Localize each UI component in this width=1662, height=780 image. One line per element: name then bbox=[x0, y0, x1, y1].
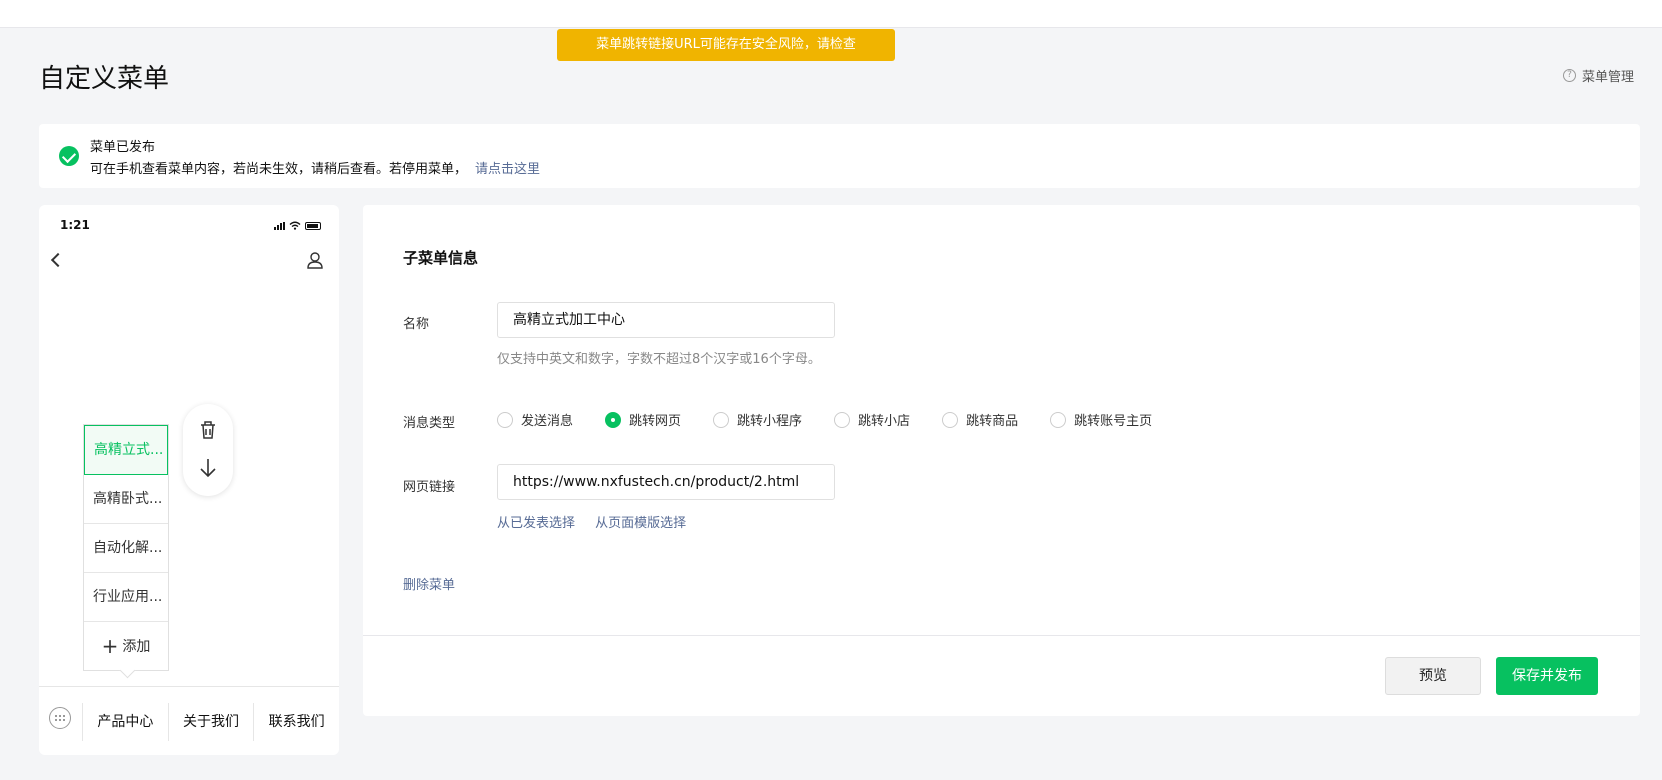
notice-text: 可在手机查看菜单内容，若尚未生效，请稍后查看。若停用菜单， 请点击这里 bbox=[90, 158, 540, 177]
submenu-item[interactable]: 高精卧式... bbox=[84, 475, 168, 524]
save-publish-button[interactable]: 保存并发布 bbox=[1496, 657, 1598, 695]
submenu-tools bbox=[183, 404, 233, 496]
phone-preview: 1:21 高精立式... 高精卧式... 自动化解... 行业应用... + 添加… bbox=[39, 205, 339, 755]
radio-jump-account-home[interactable]: 跳转账号主页 bbox=[1050, 410, 1152, 429]
radio-dot bbox=[942, 411, 959, 428]
submenu-item[interactable]: 自动化解... bbox=[84, 524, 168, 573]
radio-jump-webpage[interactable]: 跳转网页 bbox=[605, 410, 681, 429]
radio-jump-product[interactable]: 跳转商品 bbox=[942, 410, 1018, 429]
page-title: 自定义菜单 bbox=[39, 64, 170, 94]
radio-label: 跳转小店 bbox=[858, 414, 911, 429]
status-icons bbox=[274, 221, 321, 230]
menu-tab-about[interactable]: 关于我们 bbox=[167, 703, 254, 741]
message-type-group: 发送消息 跳转网页 跳转小程序 跳转小店 跳转商品 跳转账号主页 bbox=[497, 410, 1184, 429]
radio-dot bbox=[605, 411, 622, 428]
phone-menu-bar: 产品中心 关于我们 联系我们 bbox=[39, 686, 339, 755]
menu-tab-products[interactable]: 产品中心 bbox=[82, 703, 168, 741]
security-warning-toast: 菜单跳转链接URL可能存在安全风险，请检查 bbox=[557, 29, 895, 61]
submenu-item[interactable]: 行业应用... bbox=[84, 573, 168, 622]
move-down-icon[interactable] bbox=[196, 456, 220, 480]
radio-label: 跳转小程序 bbox=[737, 414, 803, 429]
wifi-icon bbox=[289, 221, 301, 230]
trash-icon[interactable] bbox=[196, 418, 220, 442]
back-arrow-icon[interactable] bbox=[50, 252, 66, 268]
radio-dot bbox=[713, 411, 730, 428]
name-label: 名称 bbox=[403, 317, 430, 332]
url-input[interactable]: https://www.nxfustech.cn/product/2.html bbox=[497, 464, 835, 500]
signal-icon bbox=[274, 221, 285, 230]
radio-dot bbox=[834, 411, 851, 428]
notice-body: 可在手机查看菜单内容，若尚未生效，请稍后查看。若停用菜单， bbox=[90, 162, 468, 177]
battery-icon bbox=[305, 221, 321, 230]
status-time: 1:21 bbox=[60, 218, 90, 232]
plus-icon: + bbox=[101, 634, 119, 658]
profile-icon[interactable] bbox=[307, 251, 323, 269]
menu-management-label: 菜单管理 bbox=[1581, 70, 1634, 85]
publish-notice: 菜单已发布 可在手机查看菜单内容，若尚未生效，请稍后查看。若停用菜单， 请点击这里 bbox=[39, 124, 1640, 188]
message-type-label: 消息类型 bbox=[403, 416, 456, 431]
submenu-info-panel: 子菜单信息 名称 高精立式加工中心 仅支持中英文和数字，字数不超过8个汉字或16… bbox=[363, 205, 1640, 716]
add-label: 添加 bbox=[122, 639, 151, 655]
success-check-icon bbox=[59, 146, 79, 166]
submenu-item[interactable]: 高精立式... bbox=[84, 425, 168, 475]
disable-menu-link[interactable]: 请点击这里 bbox=[475, 162, 540, 177]
menu-tab-contact[interactable]: 联系我们 bbox=[253, 703, 339, 741]
name-hint: 仅支持中英文和数字，字数不超过8个汉字或16个字母。 bbox=[497, 352, 821, 367]
preview-button[interactable]: 预览 bbox=[1385, 657, 1481, 695]
url-pick-links: 从已发表选择 从页面模版选择 bbox=[497, 512, 702, 531]
radio-label: 发送消息 bbox=[521, 414, 574, 429]
notice-title: 菜单已发布 bbox=[90, 140, 156, 155]
url-label: 网页链接 bbox=[403, 480, 456, 495]
pick-published-link[interactable]: 从已发表选择 bbox=[497, 516, 575, 531]
radio-label: 跳转网页 bbox=[629, 414, 682, 429]
radio-jump-miniprogram[interactable]: 跳转小程序 bbox=[713, 410, 802, 429]
top-bar bbox=[0, 0, 1662, 28]
menu-management-link[interactable]: ? 菜单管理 bbox=[1562, 66, 1634, 85]
radio-label: 跳转账号主页 bbox=[1074, 414, 1153, 429]
radio-dot bbox=[497, 411, 513, 428]
radio-send-message[interactable]: 发送消息 bbox=[497, 410, 573, 429]
section-title: 子菜单信息 bbox=[403, 249, 479, 267]
submenu-list: 高精立式... 高精卧式... 自动化解... 行业应用... + 添加 bbox=[83, 424, 169, 671]
radio-dot bbox=[1050, 411, 1067, 428]
help-icon: ? bbox=[1562, 69, 1576, 82]
keyboard-icon[interactable] bbox=[49, 707, 71, 729]
radio-jump-store[interactable]: 跳转小店 bbox=[834, 410, 910, 429]
radio-label: 跳转商品 bbox=[966, 414, 1019, 429]
pick-template-link[interactable]: 从页面模版选择 bbox=[595, 516, 686, 531]
delete-menu-link[interactable]: 删除菜单 bbox=[403, 574, 455, 593]
name-input[interactable]: 高精立式加工中心 bbox=[497, 302, 835, 338]
add-submenu-button[interactable]: + 添加 bbox=[84, 622, 168, 670]
bottom-menu: 产品中心 关于我们 联系我们 bbox=[82, 703, 339, 741]
footer-divider bbox=[363, 635, 1640, 636]
